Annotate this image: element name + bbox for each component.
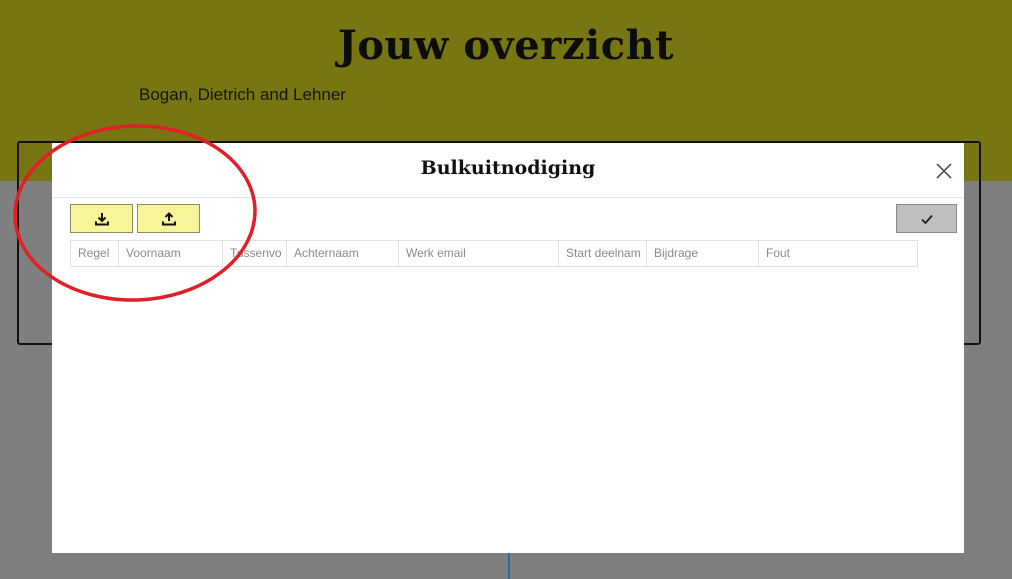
column-header-werk-email[interactable]: Werk email — [399, 241, 559, 266]
column-header-voornaam[interactable]: Voornaam — [119, 241, 223, 266]
download-template-button[interactable] — [70, 204, 133, 233]
column-header-bijdrage[interactable]: Bijdrage — [647, 241, 759, 266]
invite-table-header: Regel Voornaam Tussenvo Achternaam Werk … — [70, 240, 918, 267]
close-button[interactable] — [932, 159, 956, 183]
column-header-regel[interactable]: Regel — [71, 241, 119, 266]
bulk-invite-modal: Bulkuitnodiging Regel Voornaam Tussenvo … — [52, 143, 964, 553]
download-icon — [94, 212, 109, 225]
column-header-achternaam[interactable]: Achternaam — [287, 241, 399, 266]
upload-file-button[interactable] — [137, 204, 200, 233]
column-header-start-deelname[interactable]: Start deelnam — [559, 241, 647, 266]
checkmark-icon — [920, 214, 933, 224]
column-header-fout[interactable]: Fout — [759, 241, 917, 266]
modal-title: Bulkuitnodiging — [420, 157, 596, 179]
company-name: Bogan, Dietrich and Lehner — [139, 85, 346, 104]
upload-icon — [161, 211, 176, 225]
column-header-tussenvoegsel[interactable]: Tussenvo — [223, 241, 287, 266]
background-divider — [508, 553, 510, 579]
confirm-button[interactable] — [896, 204, 957, 233]
close-icon — [936, 163, 952, 179]
page-title: Jouw overzicht — [337, 22, 675, 69]
modal-header: Bulkuitnodiging — [52, 143, 964, 198]
